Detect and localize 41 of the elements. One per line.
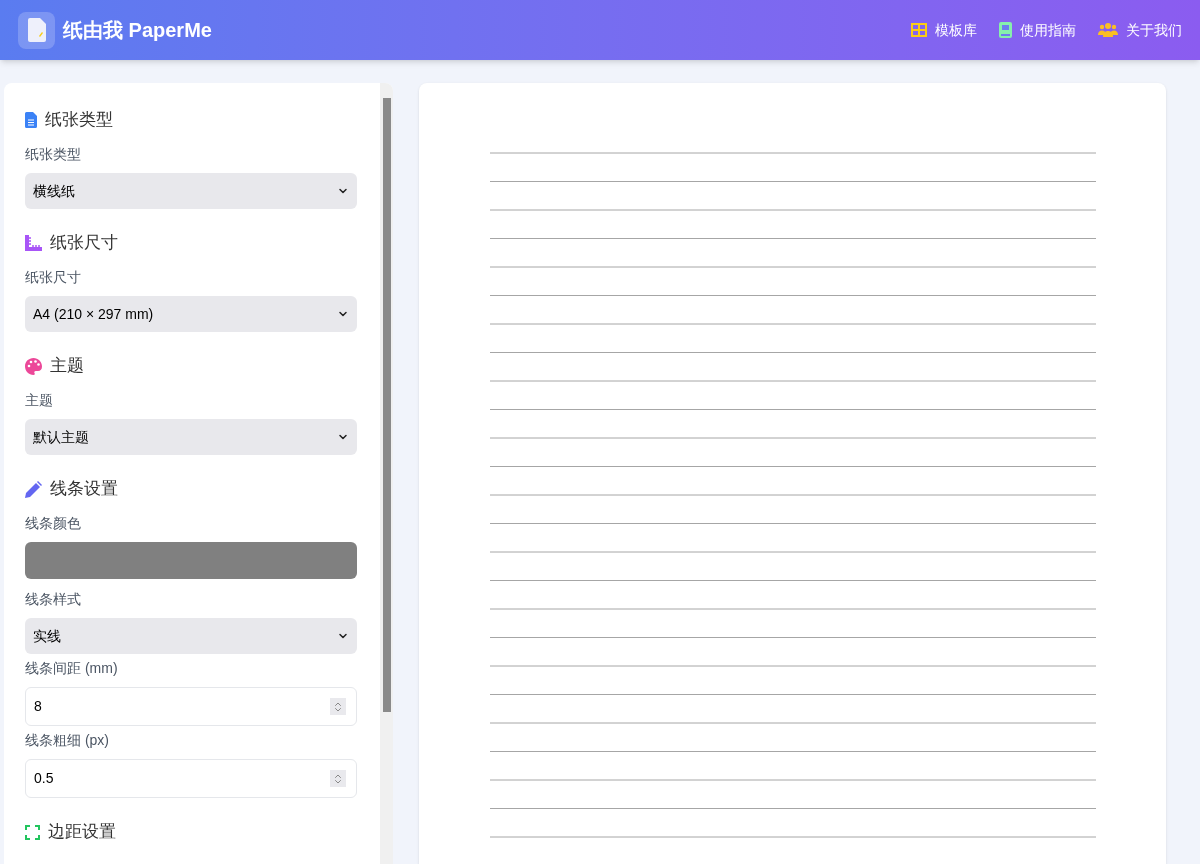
nav-link[interactable]: 使用指南 bbox=[999, 19, 1076, 41]
nav-link[interactable]: 关于我们 bbox=[1098, 19, 1182, 41]
section-heading: 线条设置 bbox=[50, 478, 118, 501]
ruler-icon bbox=[25, 235, 42, 251]
document-icon bbox=[25, 112, 37, 128]
spinner-icon bbox=[330, 698, 346, 715]
number-input[interactable]: 0.5 bbox=[25, 759, 357, 798]
field-label: 纸张类型 bbox=[25, 145, 82, 164]
field-label: 纸张尺寸 bbox=[25, 268, 82, 287]
select-value: 横线纸 bbox=[33, 181, 75, 201]
grid-icon bbox=[911, 23, 927, 37]
spinner-icon bbox=[330, 770, 346, 787]
select-field[interactable]: 横线纸 bbox=[25, 173, 357, 209]
book-icon bbox=[999, 22, 1012, 38]
color-swatch[interactable] bbox=[25, 542, 357, 579]
section-heading: 纸张尺寸 bbox=[50, 232, 118, 255]
field-label: 线条粗细 (px) bbox=[25, 731, 110, 750]
number-input[interactable]: 8 bbox=[25, 687, 357, 726]
palette-icon bbox=[25, 357, 42, 375]
section-heading: 边距设置 bbox=[48, 821, 116, 844]
select-field[interactable]: 默认主题 bbox=[25, 419, 357, 455]
select-field[interactable]: A4 (210 × 297 mm) bbox=[25, 296, 357, 332]
select-field[interactable]: 实线 bbox=[25, 618, 357, 654]
select-value: 实线 bbox=[33, 626, 61, 646]
section-heading: 主题 bbox=[50, 355, 84, 378]
nav-link[interactable]: 模板库 bbox=[911, 19, 977, 41]
corners-icon bbox=[25, 824, 40, 840]
input-value: 8 bbox=[34, 697, 42, 716]
app-title: 纸由我 PaperMe bbox=[63, 18, 212, 43]
input-value: 0.5 bbox=[34, 769, 54, 788]
logo-icon bbox=[18, 11, 55, 49]
users-icon bbox=[1098, 22, 1118, 38]
field-label: 线条颜色 bbox=[25, 514, 82, 533]
select-value: A4 (210 × 297 mm) bbox=[33, 304, 154, 324]
scrollbar-thumb[interactable] bbox=[382, 98, 391, 712]
select-value: 默认主题 bbox=[33, 427, 89, 447]
pencil-icon bbox=[25, 480, 42, 498]
field-label: 线条间距 (mm) bbox=[25, 659, 119, 678]
section-heading: 纸张类型 bbox=[45, 109, 113, 132]
field-label: 主题 bbox=[25, 391, 54, 410]
field-label: 线条样式 bbox=[25, 590, 82, 609]
